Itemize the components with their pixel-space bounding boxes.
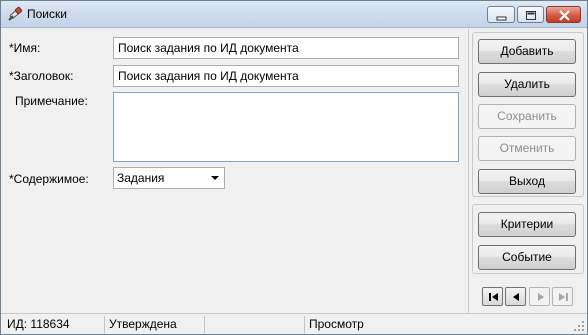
caption-label: *Заголовок: <box>9 69 74 83</box>
last-record-button[interactable] <box>552 287 573 306</box>
cancel-button[interactable]: Отменить <box>478 136 576 161</box>
search-flashlight-icon <box>8 6 23 21</box>
last-record-icon <box>559 293 568 301</box>
status-mode: Просмотр <box>309 317 364 331</box>
status-id: ИД: 118634 <box>7 317 70 331</box>
resize-grip-icon[interactable] <box>573 320 585 332</box>
window-title: Поиски <box>27 7 67 21</box>
criteria-button[interactable]: Критерии <box>478 212 576 237</box>
minimize-icon <box>496 16 507 21</box>
maximize-icon <box>526 11 536 20</box>
minimize-button[interactable] <box>487 6 515 23</box>
previous-record-button[interactable] <box>505 287 526 306</box>
chevron-down-icon <box>211 176 219 180</box>
content-label: *Содержимое: <box>9 172 89 186</box>
caption-field[interactable]: Поиск задания по ИД документа <box>113 65 459 87</box>
save-button[interactable]: Сохранить <box>478 104 576 129</box>
close-icon <box>559 10 570 21</box>
add-button[interactable]: Добавить <box>478 39 576 64</box>
content-dropdown[interactable]: Задания <box>113 167 225 189</box>
status-empty <box>205 314 303 335</box>
delete-button[interactable]: Удалить <box>478 72 576 97</box>
name-field[interactable]: Поиск задания по ИД документа <box>113 37 459 59</box>
title-bar[interactable]: Поиски <box>1 1 587 28</box>
vertical-divider <box>468 29 469 313</box>
maximize-button[interactable] <box>517 6 544 23</box>
first-record-button[interactable] <box>482 287 503 306</box>
status-state: Утверждена <box>109 317 177 331</box>
previous-record-icon <box>513 293 519 301</box>
next-record-button[interactable] <box>529 287 550 306</box>
first-record-icon <box>489 293 498 301</box>
exit-button[interactable]: Выход <box>478 169 576 194</box>
next-record-icon <box>538 293 544 301</box>
close-button[interactable] <box>546 6 581 23</box>
status-bar: ИД: 118634 Утверждена Просмотр <box>1 313 587 334</box>
event-button[interactable]: Событие <box>478 245 576 270</box>
note-label: Примечание: <box>15 94 88 108</box>
name-label: *Имя: <box>9 41 41 55</box>
content-dropdown-value: Задания <box>117 171 165 185</box>
note-textarea[interactable] <box>113 92 459 162</box>
search-window: Поиски *Имя: Поиск задания по ИД докумен… <box>0 0 588 335</box>
